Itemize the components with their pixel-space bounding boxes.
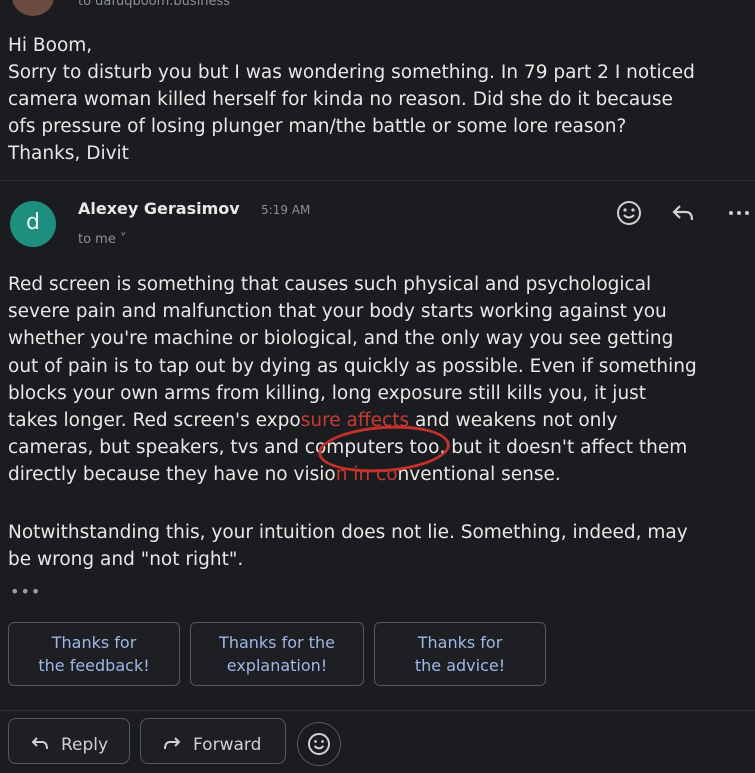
emoji-reaction-button[interactable]	[297, 722, 341, 766]
footer-divider	[0, 710, 755, 711]
message-line: Notwithstanding this, your intuition doe…	[8, 522, 688, 543]
more-horizontal-icon[interactable]	[724, 198, 754, 228]
forward-arrow-icon	[163, 719, 181, 771]
smart-reply-chip[interactable]: Thanks for the explanation!	[190, 622, 364, 686]
message-line: blocks your own arms from killing, long …	[8, 382, 647, 404]
reply-message-paragraph-2: Notwithstanding this, your intuition doe…	[8, 519, 753, 573]
chip-label-line: explanation!	[226, 656, 328, 675]
reply-arrow-icon	[31, 719, 49, 771]
text-segment: nventional sense.	[397, 464, 561, 486]
message-line: Hi Boom,	[8, 35, 93, 56]
forward-button[interactable]: Forward	[140, 718, 286, 764]
message-divider	[0, 180, 755, 181]
recipient-details[interactable]: to me ˅	[78, 232, 126, 247]
text-segment: directly because they have no visio	[8, 464, 336, 486]
message-line: severe pain and malfunction that your bo…	[8, 301, 667, 323]
chip-label-line: Thanks for	[51, 633, 137, 652]
smiley-icon[interactable]	[614, 198, 644, 228]
chip-label-line: Thanks for the	[219, 633, 335, 652]
message-line: Sorry to disturb you but I was wondering…	[8, 62, 695, 83]
message-line: Red screen is something that causes such…	[8, 274, 652, 295]
text-segment: and weakens not only	[409, 410, 618, 432]
chip-label-line: the advice!	[414, 656, 506, 675]
previous-message-body: Hi Boom, Sorry to disturb you but I was …	[8, 32, 753, 167]
forward-button-label: Forward	[193, 735, 262, 755]
reply-arrow-icon[interactable]	[668, 198, 698, 228]
reply-button[interactable]: Reply	[8, 718, 130, 764]
smart-reply-chip[interactable]: Thanks for the feedback!	[8, 622, 180, 686]
smart-reply-chip[interactable]: Thanks for the advice!	[374, 622, 546, 686]
previous-sender-avatar	[12, 0, 54, 16]
message-line: Thanks, Divit	[8, 143, 129, 164]
sender-avatar[interactable]: d	[10, 201, 56, 247]
message-time: 5:19 AM	[261, 203, 311, 217]
message-line: camera woman killed herself for kinda no…	[8, 89, 673, 110]
chip-label-line: Thanks for	[417, 633, 503, 652]
recipient-line[interactable]: to dafuqboom.business ˅	[78, 0, 241, 9]
message-line: ofs pressure of losing plunger man/the b…	[8, 116, 627, 137]
reply-button-label: Reply	[61, 735, 109, 755]
sender-name: Alexey Gerasimov	[78, 199, 240, 218]
message-line: be wrong and "not right".	[8, 549, 244, 570]
show-trimmed-content-button[interactable]: •••	[10, 582, 41, 601]
message-line: whether you're machine or biological, an…	[8, 328, 674, 350]
message-line: out of pain is to tap out by dying as qu…	[8, 355, 697, 377]
smiley-icon	[308, 733, 330, 755]
text-segment: takes longer. Red screen's expo	[8, 410, 301, 432]
chip-label-line: the feedback!	[38, 656, 150, 675]
